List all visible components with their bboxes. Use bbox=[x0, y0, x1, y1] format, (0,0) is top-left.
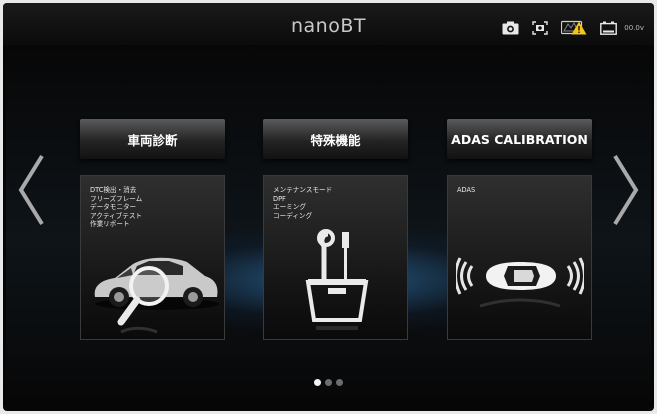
feature-list: DTC検出・消去 フリーズフレーム データモニター アクティブテスト 作業リポー… bbox=[90, 186, 142, 229]
car-diagnosis-icon bbox=[94, 257, 219, 334]
tile-card[interactable]: メンテナンスモード DPF エーミング コーディング bbox=[263, 175, 408, 340]
status-bar: 00.0v bbox=[502, 20, 644, 35]
chevron-right-icon[interactable] bbox=[609, 153, 643, 227]
vci-warning-icon[interactable] bbox=[561, 20, 587, 35]
voltage-readout: 00.0v bbox=[624, 23, 644, 32]
feature-item: フリーズフレーム bbox=[90, 194, 143, 203]
battery-icon bbox=[600, 21, 618, 35]
feature-item: ADAS bbox=[457, 186, 476, 194]
feature-item: エーミング bbox=[273, 203, 306, 212]
tile-title[interactable]: 特殊機能 bbox=[263, 119, 408, 159]
feature-item: コーディング bbox=[273, 211, 313, 220]
page-dot-active[interactable] bbox=[314, 379, 321, 386]
page-indicator bbox=[6, 379, 651, 386]
tile-special-functions[interactable]: 特殊機能 メンテナンスモード DPF エーミング コーディング bbox=[263, 119, 408, 340]
tile-title[interactable]: ADAS CALIBRATION bbox=[447, 119, 592, 159]
feature-list: ADAS bbox=[457, 186, 475, 195]
camera-icon[interactable] bbox=[502, 21, 519, 35]
tile-vehicle-diagnosis[interactable]: 車両診断 DTC検出・消去 フリーズフレーム データモニター アクティブテスト … bbox=[80, 119, 225, 340]
chevron-left-icon[interactable] bbox=[14, 153, 48, 227]
page-dot[interactable] bbox=[336, 379, 343, 386]
screenshot-icon[interactable] bbox=[532, 20, 548, 35]
feature-item: データモニター bbox=[90, 203, 137, 212]
tile-title[interactable]: 車両診断 bbox=[80, 119, 225, 159]
top-bar: nanoBT 00.0v bbox=[3, 3, 654, 45]
tile-adas-calibration[interactable]: ADAS CALIBRATION ADAS bbox=[447, 119, 592, 340]
feature-item: DTC検出・消去 bbox=[90, 186, 137, 194]
tile-card[interactable]: DTC検出・消去 フリーズフレーム データモニター アクティブテスト 作業リポー… bbox=[80, 175, 225, 340]
tile-card[interactable]: ADAS bbox=[447, 175, 592, 340]
feature-item: メンテナンスモード bbox=[273, 186, 333, 194]
main-screen: 車両診断 DTC検出・消去 フリーズフレーム データモニター アクティブテスト … bbox=[6, 45, 651, 401]
page-dot[interactable] bbox=[325, 379, 332, 386]
feature-list: メンテナンスモード DPF エーミング コーディング bbox=[273, 186, 332, 220]
device-frame: nanoBT 00.0v 車両診断 DTC検出・消去 フリーズフレーム データモ… bbox=[3, 3, 654, 411]
feature-item: DPF bbox=[273, 194, 286, 203]
feature-item: 作業リポート bbox=[90, 220, 130, 229]
toolbox-icon bbox=[305, 229, 369, 330]
adas-car-icon bbox=[456, 257, 584, 308]
